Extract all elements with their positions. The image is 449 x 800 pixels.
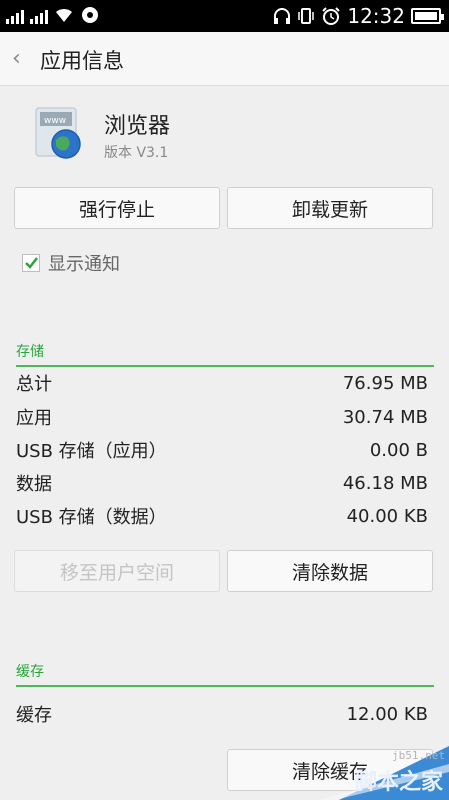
row-label: 缓存 bbox=[16, 705, 52, 726]
show-notifications-row[interactable]: 显示通知 bbox=[22, 250, 120, 276]
row-value: 76.95 MB bbox=[342, 372, 428, 394]
chat-icon bbox=[82, 7, 98, 23]
back-icon[interactable]: ‹ bbox=[12, 46, 21, 71]
row-value: 12.00 KB bbox=[346, 703, 428, 725]
svg-text:www: www bbox=[44, 116, 66, 126]
show-notifications-label: 显示通知 bbox=[48, 254, 120, 275]
storage-row-usb-data: USB 存储（数据） 40.00 KB bbox=[16, 500, 428, 532]
row-value: 46.18 MB bbox=[342, 472, 428, 494]
watermark-url: jb51.net bbox=[392, 749, 445, 762]
row-label: USB 存储（应用） bbox=[16, 441, 167, 462]
battery-icon bbox=[411, 8, 444, 24]
move-to-user-space-button[interactable]: 移至用户空间 bbox=[14, 550, 220, 592]
watermark-text: 脚本之家 bbox=[354, 770, 443, 795]
browser-globe-icon: www bbox=[35, 107, 81, 159]
status-left bbox=[6, 6, 100, 24]
cache-section-heading: 缓存 bbox=[16, 661, 434, 687]
wifi-icon bbox=[56, 8, 72, 22]
row-label: USB 存储（数据） bbox=[16, 507, 167, 528]
alarm-icon bbox=[322, 7, 341, 25]
row-label: 总计 bbox=[16, 374, 52, 395]
signal2-icon bbox=[30, 6, 48, 24]
signal-icon bbox=[6, 6, 24, 24]
storage-row-total: 总计 76.95 MB bbox=[16, 367, 428, 399]
app-name: 浏览器 bbox=[104, 114, 171, 139]
clock: 12:32 bbox=[347, 4, 405, 28]
cache-row: 缓存 12.00 KB bbox=[16, 698, 428, 730]
watermark: jb51.net 脚本之家 bbox=[319, 736, 449, 800]
title-bar: ‹ 应用信息 bbox=[0, 32, 449, 86]
vibrate-icon bbox=[298, 8, 315, 24]
checkmark-icon bbox=[25, 257, 38, 269]
storage-row-usb-app: USB 存储（应用） 0.00 B bbox=[16, 434, 428, 466]
row-value: 0.00 B bbox=[369, 439, 428, 461]
headset-icon bbox=[274, 8, 291, 24]
row-label: 应用 bbox=[16, 408, 52, 429]
force-stop-button[interactable]: 强行停止 bbox=[14, 187, 220, 229]
storage-row-app: 应用 30.74 MB bbox=[16, 401, 428, 433]
clear-data-button[interactable]: 清除数据 bbox=[227, 550, 433, 592]
row-value: 30.74 MB bbox=[342, 406, 428, 428]
storage-row-data: 数据 46.18 MB bbox=[16, 467, 428, 499]
row-value: 40.00 KB bbox=[346, 505, 428, 527]
status-right: 12:32 bbox=[273, 4, 444, 28]
row-label: 数据 bbox=[16, 474, 52, 495]
app-version: 版本 V3.1 bbox=[104, 145, 169, 161]
uninstall-updates-button[interactable]: 卸载更新 bbox=[227, 187, 433, 229]
page-title: 应用信息 bbox=[40, 49, 124, 73]
show-notifications-checkbox[interactable] bbox=[22, 254, 40, 272]
status-bar: 12:32 bbox=[0, 0, 449, 32]
storage-section-heading: 存储 bbox=[16, 341, 434, 367]
